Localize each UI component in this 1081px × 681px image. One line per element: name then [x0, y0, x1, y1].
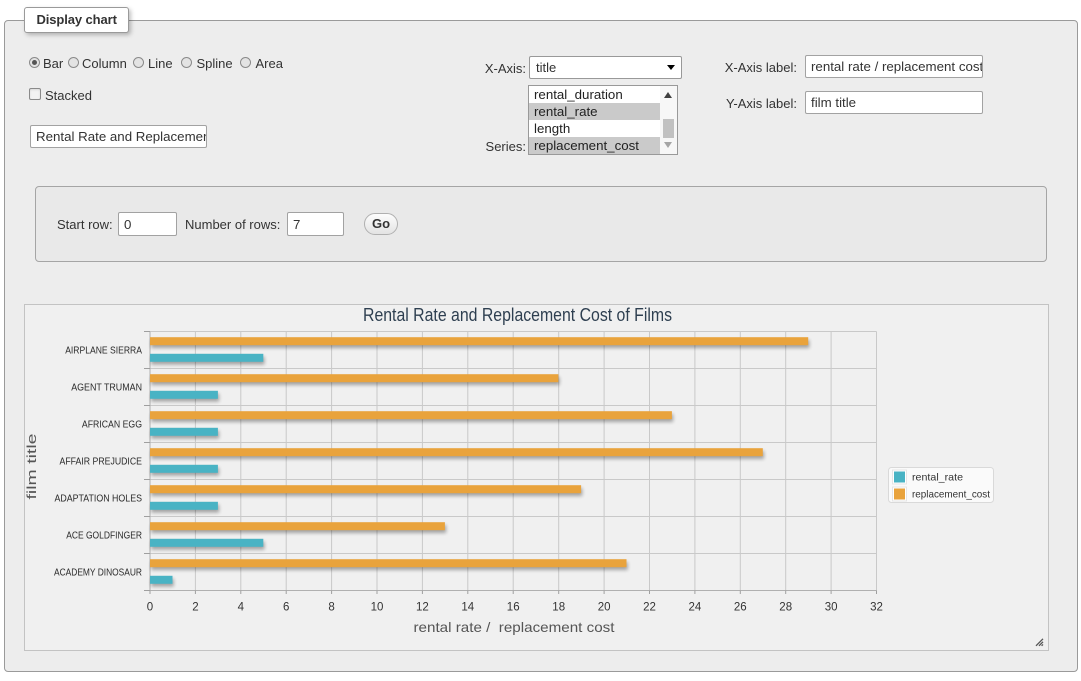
svg-text:AIRPLANE SIERRA: AIRPLANE SIERRA	[65, 345, 142, 356]
svg-text:AFRICAN EGG: AFRICAN EGG	[82, 419, 142, 430]
svg-text:ACE GOLDFINGER: ACE GOLDFINGER	[66, 530, 142, 541]
svg-text:12: 12	[416, 602, 429, 614]
svg-text:16: 16	[507, 602, 520, 614]
svg-text:10: 10	[371, 602, 384, 614]
svg-text:28: 28	[779, 602, 792, 614]
svg-text:4: 4	[238, 602, 245, 614]
svg-text:22: 22	[643, 602, 656, 614]
svg-text:18: 18	[552, 602, 565, 614]
svg-text:rental rate / replacement cos: rental rate / replacement cost	[414, 619, 615, 635]
svg-text:AGENT TRUMAN: AGENT TRUMAN	[71, 382, 142, 393]
svg-text:0: 0	[147, 602, 153, 614]
svg-text:20: 20	[598, 602, 611, 614]
svg-text:6: 6	[283, 602, 289, 614]
svg-text:26: 26	[734, 602, 747, 614]
svg-text:AFFAIR PREJUDICE: AFFAIR PREJUDICE	[60, 456, 143, 467]
svg-text:14: 14	[461, 602, 474, 614]
svg-text:32: 32	[870, 602, 883, 614]
svg-text:film title: film title	[25, 434, 39, 500]
svg-text:Rental Rate and Replacement Co: Rental Rate and Replacement Cost of Film…	[363, 305, 672, 325]
svg-text:ADAPTATION HOLES: ADAPTATION HOLES	[55, 493, 143, 504]
svg-text:2: 2	[192, 602, 198, 614]
svg-text:30: 30	[825, 602, 838, 614]
svg-text:replacement_cost: replacement_cost	[912, 489, 990, 501]
svg-text:24: 24	[689, 602, 702, 614]
svg-text:ACADEMY DINOSAUR: ACADEMY DINOSAUR	[54, 567, 142, 578]
svg-text:8: 8	[328, 602, 334, 614]
svg-text:rental_rate: rental_rate	[912, 472, 963, 484]
